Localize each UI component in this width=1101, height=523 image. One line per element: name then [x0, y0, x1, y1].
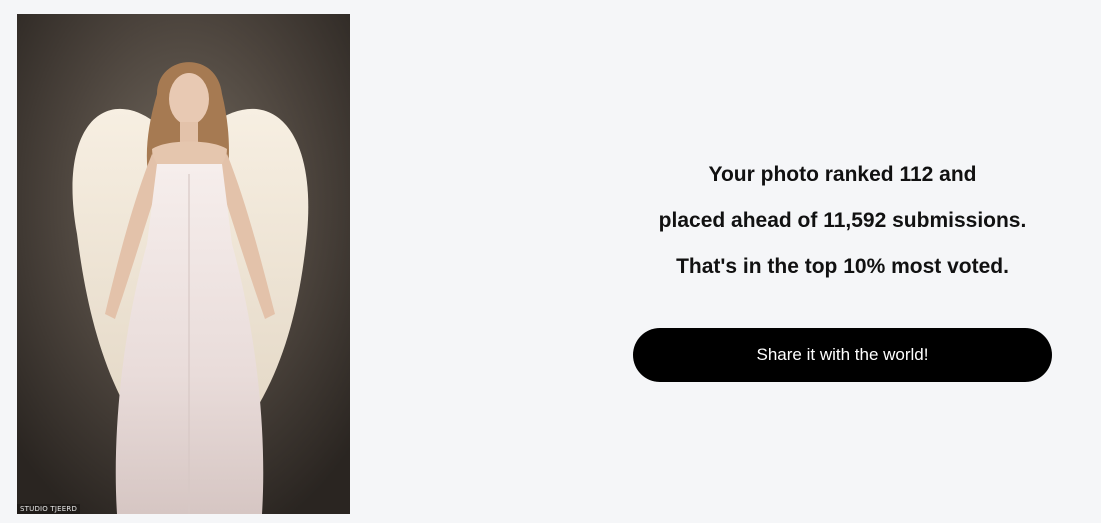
rank-line: Your photo ranked 112 and	[708, 163, 977, 186]
page: STUDIO TJEERD Your photo ranked 112 and …	[0, 0, 1101, 523]
share-button[interactable]: Share it with the world!	[633, 328, 1052, 382]
photo-watermark: STUDIO TJEERD	[17, 504, 81, 514]
percentile-line: That's in the top 10% most voted.	[676, 255, 1009, 278]
submissions-line: placed ahead of 11,592 submissions.	[658, 209, 1027, 232]
angel-image	[17, 14, 350, 514]
result-message: Your photo ranked 112 and placed ahead o…	[600, 152, 1085, 290]
submission-photo: STUDIO TJEERD	[17, 14, 350, 514]
